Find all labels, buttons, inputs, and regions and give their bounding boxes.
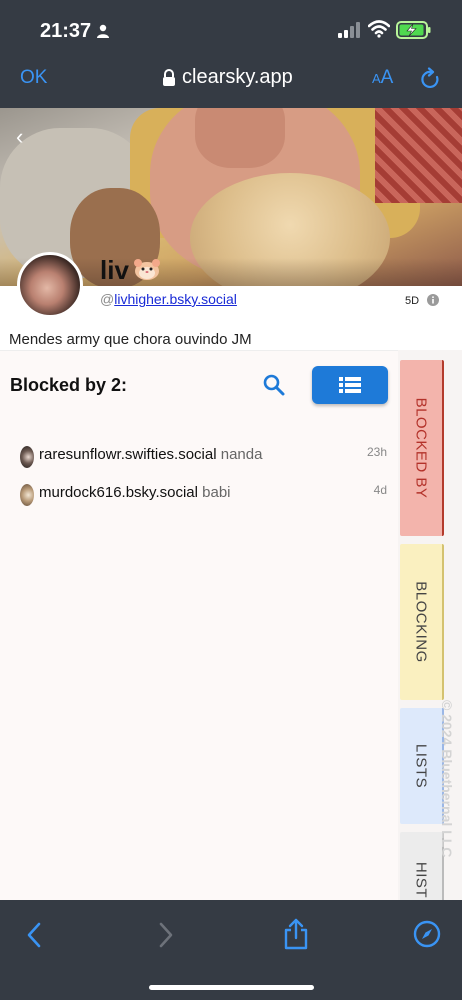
row-display-name: babi — [202, 484, 231, 501]
share-icon[interactable] — [283, 918, 309, 950]
avatar — [20, 446, 34, 468]
info-icon[interactable] — [427, 294, 439, 306]
row-time: 23h — [366, 445, 387, 459]
reload-icon[interactable] — [420, 67, 442, 91]
compass-icon[interactable] — [413, 920, 441, 948]
hamster-emoji-icon — [133, 259, 160, 280]
blocked-count-heading: Blocked by 2: — [10, 375, 128, 395]
avatar[interactable] — [17, 252, 83, 318]
tab-label: BLOCKED BY — [412, 397, 430, 499]
bio: Mendes army que chora ouvindo JM — [9, 331, 252, 348]
row-handle-text: murdock616.bsky.social — [39, 484, 198, 501]
tab-blocked-by[interactable]: BLOCKED BY — [400, 360, 444, 536]
lock-icon — [163, 69, 175, 86]
account-age: 5D — [405, 295, 420, 307]
row-display-name: nanda — [220, 446, 263, 463]
tab-label: LISTS — [412, 743, 430, 789]
tab-label: HIST — [412, 861, 430, 899]
wifi-icon — [368, 20, 390, 38]
avatar — [20, 484, 34, 506]
text-size-button[interactable]: AA — [372, 67, 393, 89]
handle: @livhigher.bsky.social — [100, 291, 237, 307]
list-view-button[interactable] — [312, 366, 388, 404]
forward-icon — [159, 922, 173, 948]
row-handle: raresunflowr.swifties.social nanda — [39, 446, 262, 463]
aa-large-label: A — [380, 67, 394, 88]
browser-bottom-bar — [0, 900, 462, 1000]
browser-top-bar: 21:37 OK clearsky.app AA — [0, 0, 462, 108]
back-chevron-icon[interactable]: ‹ — [16, 124, 23, 150]
home-indicator — [149, 985, 314, 990]
display-name-text: liv — [100, 255, 129, 285]
tab-history[interactable]: HIST — [400, 832, 444, 900]
aa-small-label: A — [372, 71, 381, 86]
url-bar[interactable]: clearsky.app — [182, 66, 293, 89]
search-icon[interactable] — [262, 373, 286, 397]
copyright-text: © 2024 Bluethernal LLC — [439, 700, 455, 858]
signal-icon — [338, 22, 360, 38]
row-handle-text: raresunflowr.swifties.social — [39, 446, 217, 463]
display-name: liv — [100, 255, 161, 286]
tab-label: BLOCKING — [412, 581, 430, 663]
blocked-by-panel: Blocked by 2: raresunflowr.swifties.soci… — [0, 350, 398, 900]
list-icon — [339, 377, 361, 393]
screen: 21:37 OK clearsky.app AA ‹ liv @livhighe… — [0, 0, 462, 1000]
tab-blocking[interactable]: BLOCKING — [400, 544, 444, 700]
list-item[interactable]: raresunflowr.swifties.social nanda 23h — [20, 443, 390, 469]
ok-button[interactable]: OK — [20, 67, 47, 89]
tab-lists[interactable]: LISTS — [400, 708, 444, 824]
handle-link[interactable]: livhigher.bsky.social — [114, 291, 237, 307]
person-icon — [97, 24, 109, 38]
row-time: 4d — [373, 483, 387, 497]
back-icon[interactable] — [26, 922, 42, 948]
row-handle: murdock616.bsky.social babi — [39, 484, 231, 501]
list-item[interactable]: murdock616.bsky.social babi 4d — [20, 481, 390, 507]
battery-charging-icon — [396, 21, 431, 39]
handle-prefix: @ — [100, 291, 115, 307]
status-time: 21:37 — [40, 20, 92, 42]
